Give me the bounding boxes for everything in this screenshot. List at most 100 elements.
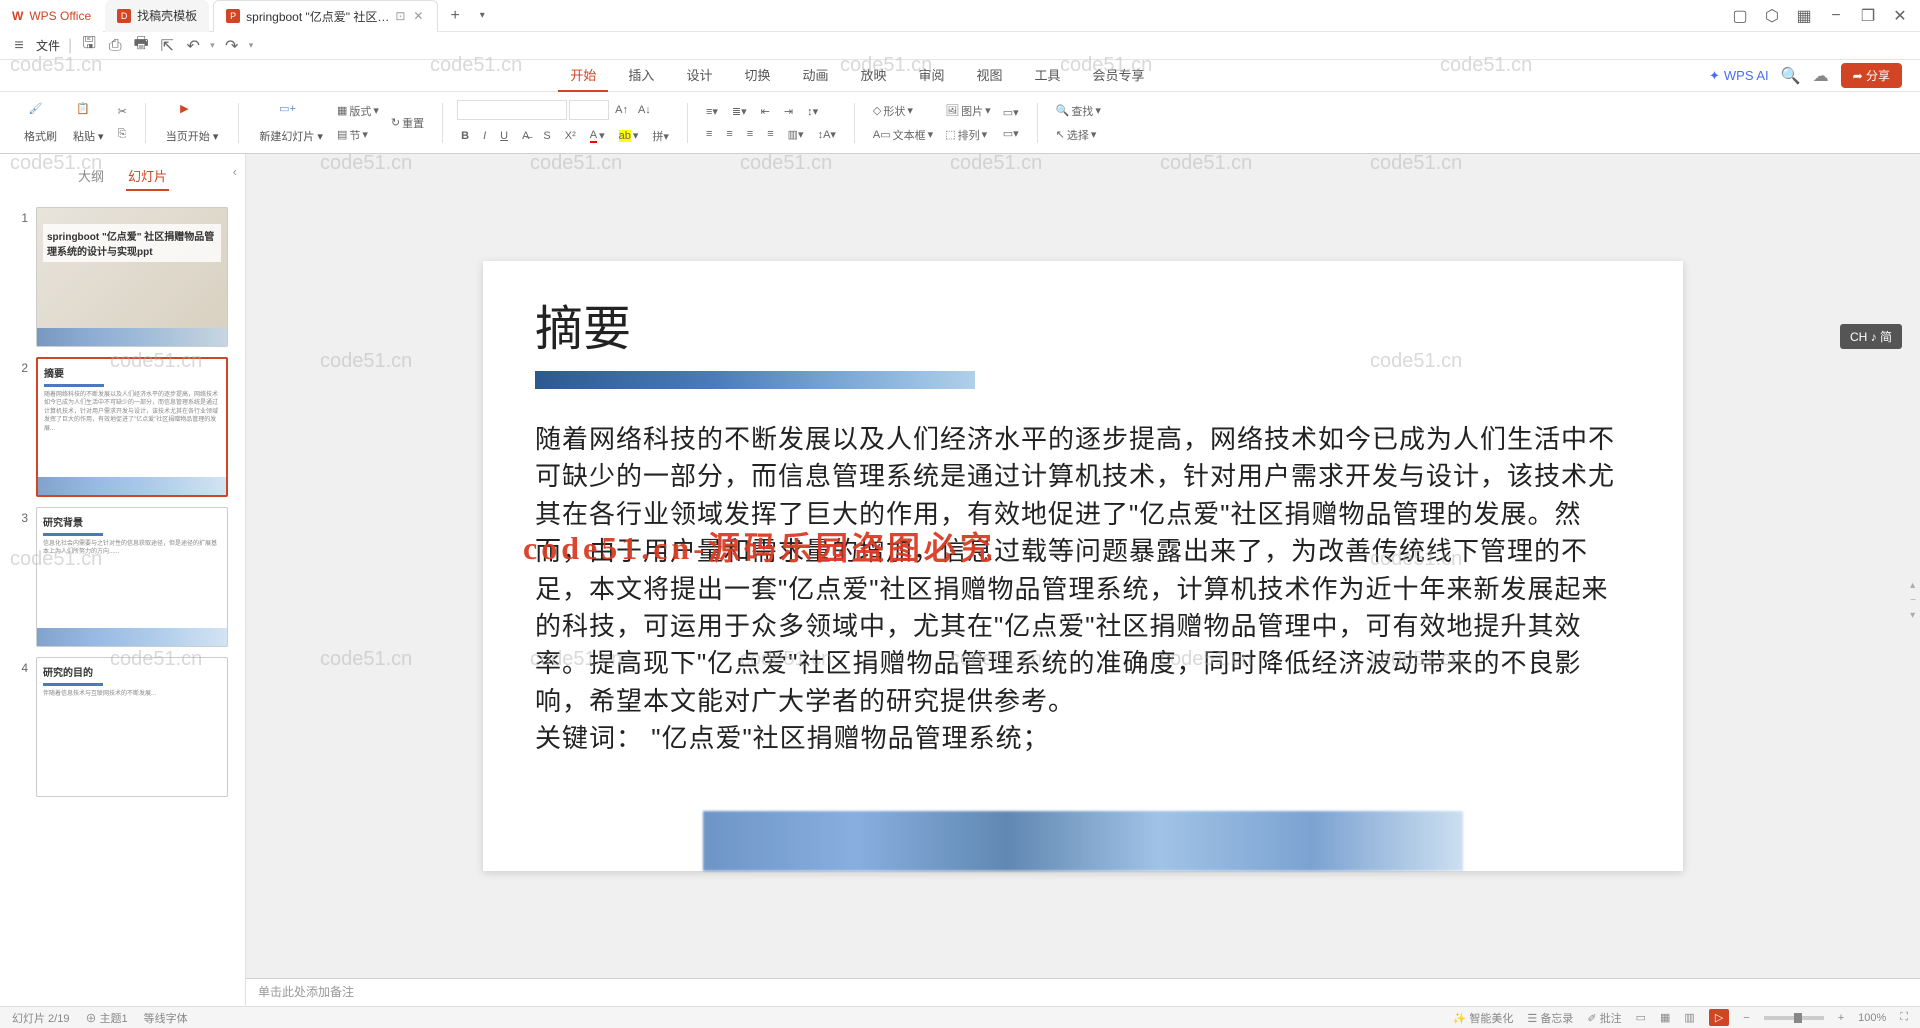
beautify-button[interactable]: ✨ 智能美化 — [1453, 1010, 1514, 1026]
align-left-button[interactable]: ≡ — [702, 126, 716, 143]
menu-transition[interactable]: 切换 — [732, 59, 782, 92]
slide-thumb-2[interactable]: 摘要 随着网络科技的不断发展以及人们经济水平的逐步提高，网络技术如今已成为人们生… — [36, 357, 228, 497]
fill-button[interactable]: ▭▾ — [999, 104, 1023, 121]
cut-button[interactable]: ✂ — [114, 103, 131, 120]
view-reading-icon[interactable]: ▥ — [1684, 1011, 1694, 1024]
font-family-select[interactable] — [457, 100, 567, 120]
columns-button[interactable]: ▥▾ — [784, 126, 808, 143]
view-sorter-icon[interactable]: ▦ — [1660, 1011, 1670, 1024]
numbering-button[interactable]: ≣▾ — [728, 103, 751, 120]
file-menu[interactable]: 文件 — [36, 37, 60, 54]
from-current-button[interactable]: ▶当页开始 ▾ — [160, 98, 225, 148]
slide-thumb-1[interactable]: springboot "亿点爱" 社区捐赠物品管理系统的设计与实现ppt — [36, 207, 228, 347]
pinyin-button[interactable]: 拼▾ — [648, 126, 673, 146]
redo-icon[interactable]: ↷ — [223, 37, 241, 55]
align-center-button[interactable]: ≡ — [722, 126, 736, 143]
menu-design[interactable]: 设计 — [674, 59, 724, 92]
text-direction-button[interactable]: ↕A▾ — [814, 126, 840, 143]
bullets-button[interactable]: ≡▾ — [702, 103, 722, 120]
close-icon[interactable]: ✕ — [411, 9, 425, 23]
underline-button[interactable]: U — [496, 126, 512, 146]
select-button[interactable]: ↖ 选择 ▾ — [1052, 125, 1105, 145]
slide-canvas[interactable]: 摘要 随着网络科技的不断发展以及人们经济水平的逐步提高，网络技术如今已成为人们生… — [246, 154, 1920, 978]
menu-review[interactable]: 审阅 — [907, 59, 957, 92]
add-tab-button[interactable]: + — [440, 7, 469, 25]
print-icon[interactable]: ⎙ — [106, 37, 124, 55]
slide-title[interactable]: 摘要 — [535, 289, 1631, 359]
view-slideshow-icon[interactable]: ▷ — [1709, 1009, 1729, 1026]
menu-vip[interactable]: 会员专享 — [1081, 59, 1157, 92]
undo-dropdown-icon[interactable]: ▾ — [210, 40, 215, 51]
share-button[interactable]: ➦ 分享 — [1841, 63, 1902, 88]
layout-button[interactable]: ▦ 版式 ▾ — [333, 101, 383, 121]
decrease-font-icon[interactable]: A↓ — [634, 100, 655, 120]
tablet-icon[interactable]: ▢ — [1730, 6, 1750, 26]
highlight-button[interactable]: ab▾ — [615, 126, 643, 146]
strikethrough-button[interactable]: S — [539, 126, 554, 146]
menu-view[interactable]: 视图 — [965, 59, 1015, 92]
zoom-in-icon[interactable]: + — [1838, 1012, 1844, 1024]
export-icon[interactable]: ⇱ — [158, 37, 176, 55]
reset-button[interactable]: ↻ 重置 — [387, 113, 428, 133]
hamburger-icon[interactable]: ≡ — [10, 37, 28, 55]
textbox-button[interactable]: A▭ 文本框 ▾ — [869, 125, 937, 145]
menu-slideshow[interactable]: 放映 — [848, 59, 898, 92]
zoom-slider[interactable] — [1764, 1016, 1824, 1020]
tab-current-doc[interactable]: P springboot "亿点爱" 社区… ⊡ ✕ — [213, 0, 438, 32]
cloud-icon[interactable]: ☁ — [1813, 66, 1829, 86]
save-icon[interactable]: 🖫 — [80, 37, 98, 55]
menu-insert[interactable]: 插入 — [616, 59, 666, 92]
shape-button[interactable]: ◇ 形状 ▾ — [869, 101, 937, 121]
font-size-select[interactable] — [569, 100, 609, 120]
align-justify-button[interactable]: ≡ — [763, 126, 777, 143]
tab-slides[interactable]: 幻灯片 — [126, 162, 169, 191]
app-tab[interactable]: W WPS Office — [0, 0, 103, 32]
close-button[interactable]: ✕ — [1890, 6, 1910, 26]
view-normal-icon[interactable]: ▭ — [1636, 1011, 1646, 1024]
grid-icon[interactable]: ▦ — [1794, 6, 1814, 26]
search-icon[interactable]: 🔍 — [1781, 66, 1801, 86]
find-button[interactable]: 🔍 查找 ▾ — [1052, 101, 1105, 121]
comments-button[interactable]: ✐ 批注 — [1587, 1010, 1621, 1026]
tab-template[interactable]: D 找稿壳模板 — [105, 0, 209, 32]
picture-button[interactable]: 🖼 图片 ▾ — [941, 101, 995, 121]
bold-button[interactable]: B — [457, 126, 473, 146]
paste-button[interactable]: 📋粘贴 ▾ — [67, 98, 110, 148]
menu-animation[interactable]: 动画 — [790, 59, 840, 92]
section-button[interactable]: ▤ 节 ▾ — [333, 125, 383, 145]
redo-dropdown-icon[interactable]: ▾ — [249, 40, 254, 51]
strike-button[interactable]: A̶ — [518, 126, 533, 146]
indent-dec-button[interactable]: ⇤ — [757, 103, 774, 120]
italic-button[interactable]: I — [479, 126, 490, 146]
collapse-icon[interactable]: ‹ — [233, 164, 237, 179]
slide-thumb-4[interactable]: 研究的目的 伴随着信息技术与互联网技术的不断发展... — [36, 657, 228, 797]
tab-dropdown-icon[interactable]: ▾ — [470, 10, 495, 21]
line-spacing-button[interactable]: ↕▾ — [803, 103, 822, 120]
zoom-out-icon[interactable]: − — [1743, 1012, 1749, 1024]
fit-icon[interactable]: ⛶ — [1900, 1011, 1908, 1024]
notes-pane[interactable]: 单击此处添加备注 — [246, 978, 1920, 1006]
slide-thumb-3[interactable]: 研究背景 信息化社会内需要与之针对性的信息获取途径，但是途径的扩展基本上为人们所… — [36, 507, 228, 647]
cube-icon[interactable]: ⬡ — [1762, 6, 1782, 26]
outline-button[interactable]: ▭▾ — [999, 125, 1023, 142]
notes-button[interactable]: ☰ 备忘录 — [1527, 1010, 1573, 1026]
copy-button[interactable]: ⎘ — [114, 126, 131, 143]
menu-start[interactable]: 开始 — [558, 59, 608, 92]
slide[interactable]: 摘要 随着网络科技的不断发展以及人们经济水平的逐步提高，网络技术如今已成为人们生… — [483, 261, 1683, 871]
maximize-button[interactable]: ❐ — [1858, 6, 1878, 26]
tab-menu-icon[interactable]: ⊡ — [395, 9, 405, 23]
tab-outline[interactable]: 大纲 — [76, 162, 106, 191]
scroll-up-icon[interactable]: ▴ — [1910, 580, 1916, 591]
print-preview-icon[interactable]: 🖶 — [132, 37, 150, 55]
font-color-button[interactable]: A▾ — [586, 126, 609, 146]
menu-tools[interactable]: 工具 — [1023, 59, 1073, 92]
minimize-button[interactable]: − — [1826, 6, 1846, 26]
format-painter-button[interactable]: 🖌格式刷 — [18, 98, 63, 148]
arrange-button[interactable]: ⬚ 排列 ▾ — [941, 125, 995, 145]
undo-icon[interactable]: ↶ — [184, 37, 202, 55]
scroll-down-icon[interactable]: ▾ — [1910, 610, 1916, 621]
slide-body[interactable]: 随着网络科技的不断发展以及人们经济水平的逐步提高，网络技术如今已成为人们生活中不… — [535, 421, 1631, 758]
align-right-button[interactable]: ≡ — [743, 126, 757, 143]
increase-font-icon[interactable]: A↑ — [611, 100, 632, 120]
superscript-button[interactable]: X² — [561, 126, 580, 146]
